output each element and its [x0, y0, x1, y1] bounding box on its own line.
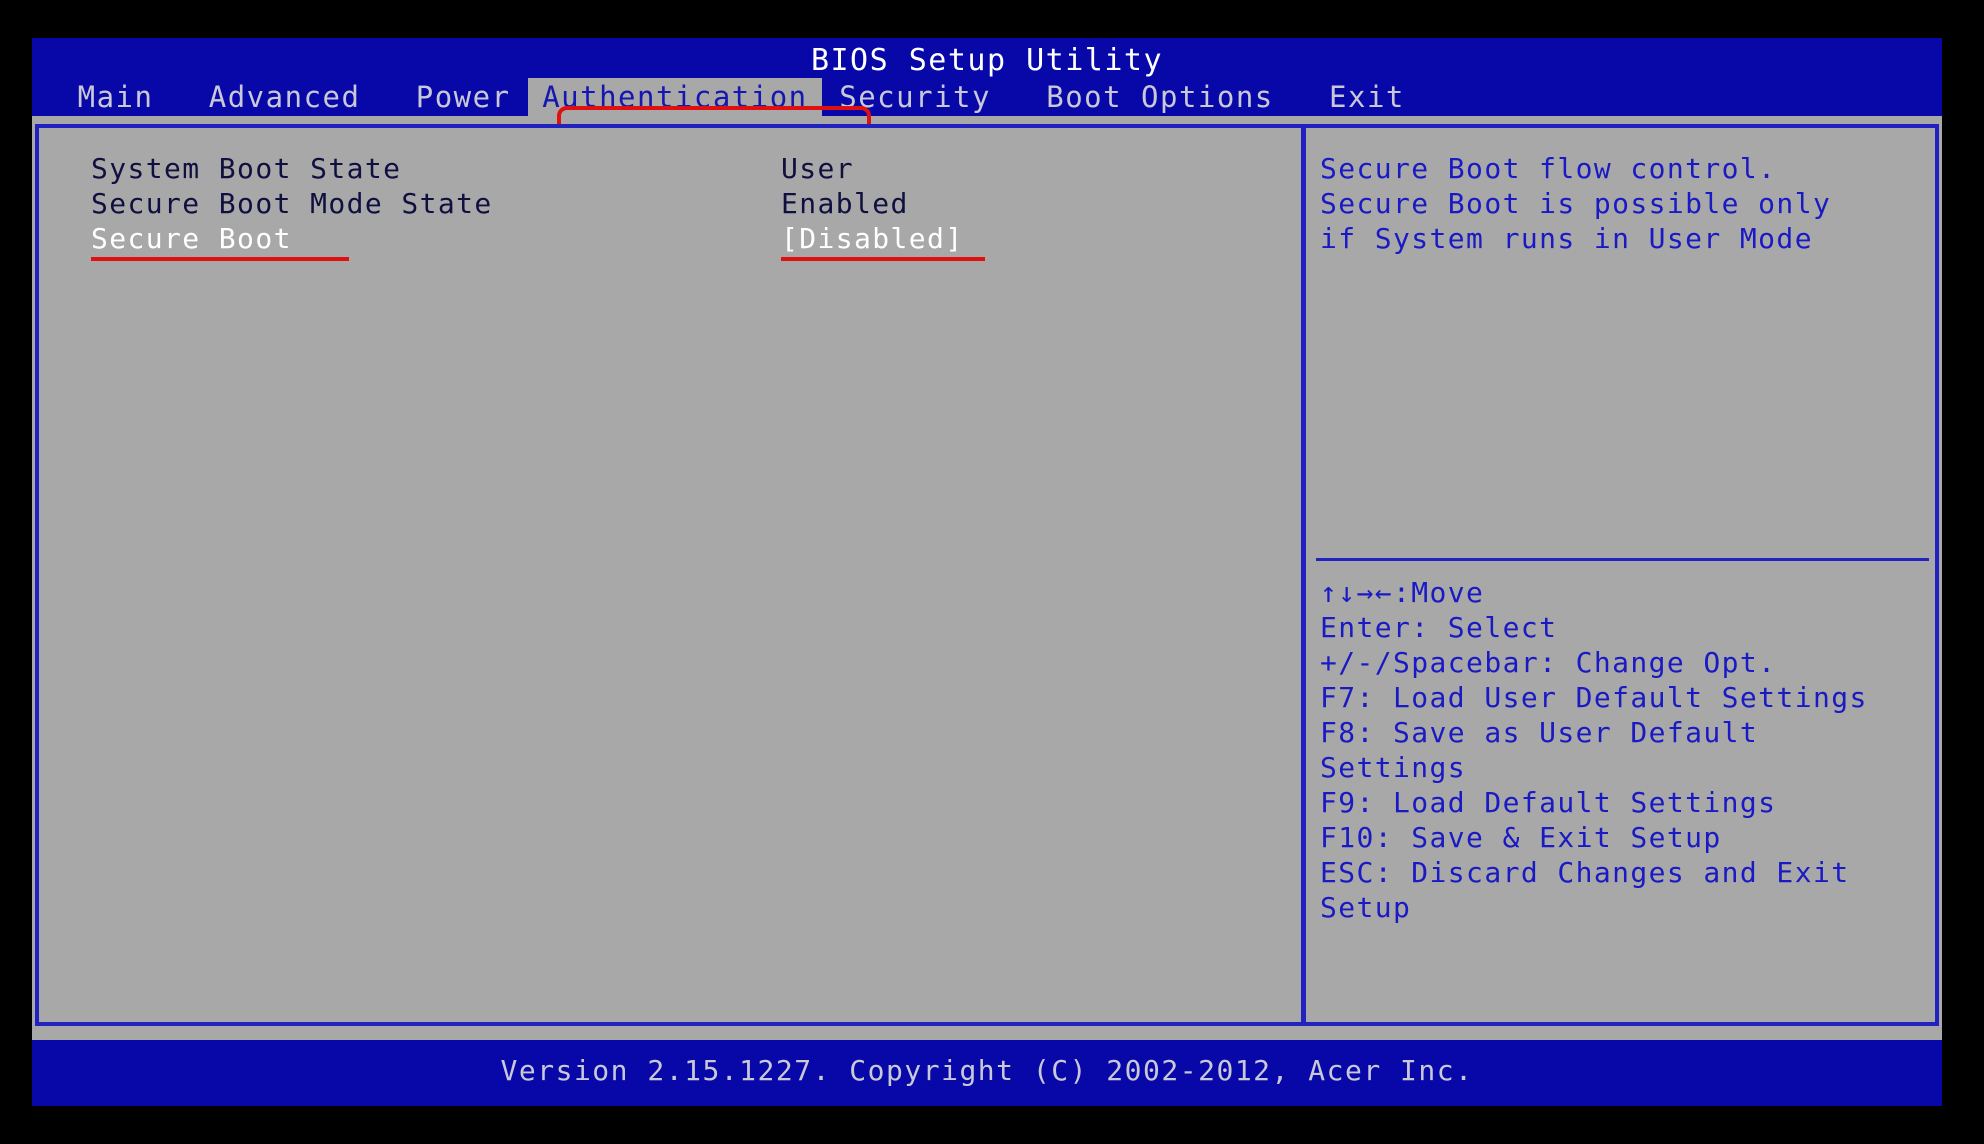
menu-bar[interactable]: Main Advanced Power Authentication Secur… [32, 78, 1942, 118]
help-separator [1316, 558, 1929, 561]
tab-power[interactable]: Power [416, 78, 511, 118]
tab-security[interactable]: Security [839, 78, 991, 118]
key-line-change-opt: +/-/Spacebar: Change Opt. [1320, 646, 1777, 679]
key-line-f8: F8: Save as User Default [1320, 716, 1759, 749]
setting-row-system-boot-state[interactable]: System Boot State User [91, 152, 1291, 187]
key-line-f9: F9: Load Default Settings [1320, 786, 1777, 819]
tab-boot-options[interactable]: Boot Options [1046, 78, 1274, 118]
header-bar: BIOS Setup Utility Main Advanced Power A… [32, 38, 1942, 158]
bios-screen: BIOS Setup Utility Main Advanced Power A… [0, 0, 1984, 1144]
main-panel: System Boot State User Secure Boot Mode … [35, 124, 1939, 1026]
help-pane: Secure Boot flow control. Secure Boot is… [1306, 128, 1935, 1022]
key-line-f8-cont: Settings [1320, 751, 1467, 784]
tab-authentication[interactable]: Authentication [528, 78, 822, 118]
settings-pane: System Boot State User Secure Boot Mode … [39, 128, 1301, 1022]
key-legend: ↑↓→←:Move Enter: Select +/-/Spacebar: Ch… [1320, 576, 1929, 926]
annotation-underline-secure-boot-label [91, 257, 349, 261]
version-copyright-text: Version 2.15.1227. Copyright (C) 2002-20… [500, 1054, 1474, 1087]
help-line: Secure Boot is possible only [1320, 187, 1832, 220]
key-line-esc: ESC: Discard Changes and Exit [1320, 856, 1850, 889]
content-area: System Boot State User Secure Boot Mode … [32, 116, 1942, 1036]
key-line-esc-cont: Setup [1320, 891, 1412, 924]
settings-list: System Boot State User Secure Boot Mode … [91, 152, 1291, 261]
setting-row-secure-boot-mode-state[interactable]: Secure Boot Mode State Enabled [91, 187, 1291, 222]
setting-label: Secure Boot Mode State [91, 187, 493, 220]
tab-advanced[interactable]: Advanced [209, 78, 361, 118]
setting-label: System Boot State [91, 152, 402, 185]
help-line: if System runs in User Mode [1320, 222, 1813, 255]
key-line-move: ↑↓→←:Move [1320, 576, 1485, 609]
setting-label: Secure Boot [91, 222, 292, 255]
bios-window: BIOS Setup Utility Main Advanced Power A… [32, 38, 1942, 1106]
page-title: BIOS Setup Utility [810, 43, 1164, 78]
setting-value: User [781, 152, 855, 185]
footer-bar: Version 2.15.1227. Copyright (C) 2002-20… [32, 1040, 1942, 1106]
tab-main[interactable]: Main [78, 78, 154, 118]
annotation-underline-secure-boot-value [781, 257, 985, 261]
setting-value-secure-boot[interactable]: [Disabled] [781, 222, 964, 255]
help-description: Secure Boot flow control. Secure Boot is… [1320, 152, 1927, 257]
tab-exit[interactable]: Exit [1329, 78, 1405, 118]
key-line-enter: Enter: Select [1320, 611, 1558, 644]
key-line-f7: F7: Load User Default Settings [1320, 681, 1868, 714]
setting-value: Enabled [781, 187, 909, 220]
help-line: Secure Boot flow control. [1320, 152, 1777, 185]
setting-row-secure-boot[interactable]: Secure Boot [Disabled] [91, 222, 1291, 261]
key-line-f10: F10: Save & Exit Setup [1320, 821, 1722, 854]
